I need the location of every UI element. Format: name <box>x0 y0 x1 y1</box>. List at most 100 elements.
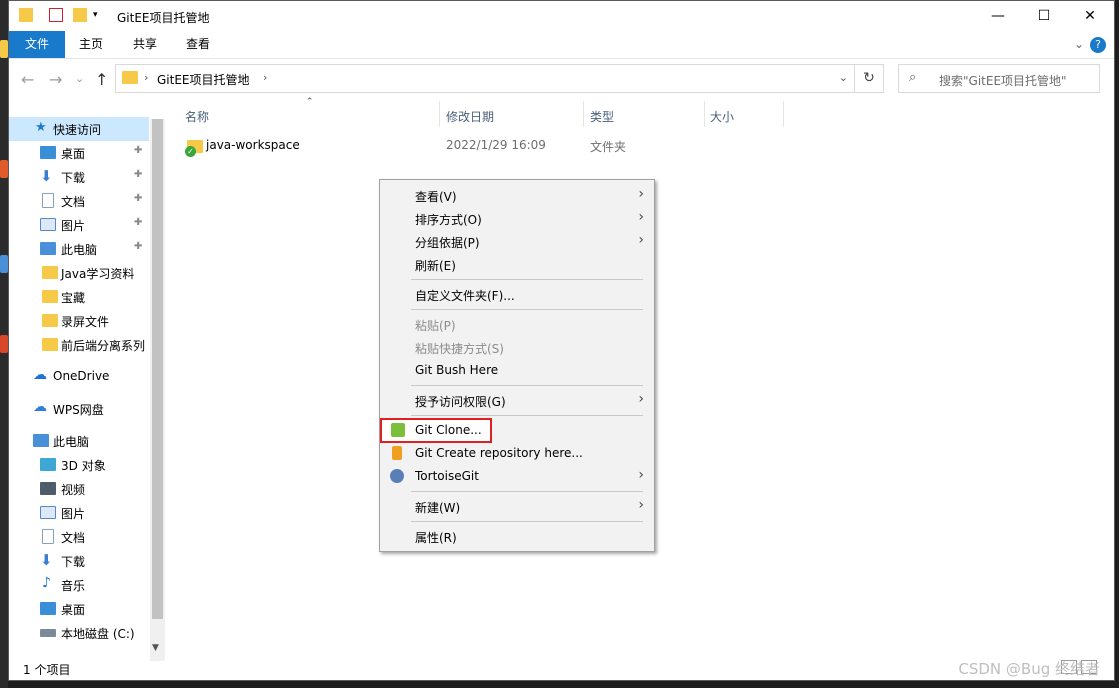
menu-item-give-access[interactable]: 授予访问权限(G) › <box>380 389 654 412</box>
close-button[interactable]: ✕ <box>1067 1 1113 31</box>
sidebar-item-wps-drive[interactable]: ☁ WPS网盘 <box>9 397 149 421</box>
sidebar-item-label: 录屏文件 <box>61 315 110 329</box>
sidebar-item-downloads[interactable]: ⬇ 下载 ✚ <box>9 165 149 189</box>
sidebar-item-label: 下载 <box>61 555 86 569</box>
computer-icon <box>33 434 49 447</box>
new-folder-icon[interactable] <box>73 8 87 22</box>
menu-item-sort-by[interactable]: 排序方式(O) › <box>380 207 654 230</box>
tab-file[interactable]: 文件 <box>9 31 65 58</box>
desktop-shortcut-icon[interactable] <box>0 160 8 178</box>
menu-item-git-clone[interactable]: Git Clone... <box>380 418 492 443</box>
scroll-down-icon[interactable]: ▼ <box>152 643 159 653</box>
breadcrumb-separator[interactable]: › <box>144 71 148 84</box>
forward-arrow-icon[interactable]: → <box>49 70 62 89</box>
tortoisegit-icon <box>390 469 404 483</box>
menu-item-label: TortoiseGit <box>415 469 479 483</box>
column-divider[interactable] <box>583 101 584 127</box>
sidebar-item-treasure[interactable]: 宝藏 <box>9 285 149 309</box>
menu-separator <box>411 309 643 310</box>
menu-item-properties[interactable]: 属性(R) <box>380 525 654 548</box>
column-divider[interactable] <box>704 101 705 127</box>
pin-icon: ✚ <box>134 169 143 180</box>
desktop-icon <box>40 146 56 159</box>
git-status-check-icon: ✓ <box>185 146 196 157</box>
breadcrumb-separator[interactable]: › <box>263 71 267 84</box>
column-header-modified[interactable]: 修改日期 <box>446 108 494 125</box>
sidebar-item-screen-recordings[interactable]: 录屏文件 <box>9 309 149 333</box>
sidebar-item-documents[interactable]: 文档 ✚ <box>9 189 149 213</box>
desktop-shortcut-icon[interactable] <box>0 255 8 273</box>
menu-item-label: 查看(V) <box>415 190 457 204</box>
refresh-button[interactable]: ↻ <box>855 64 884 93</box>
menu-item-refresh[interactable]: 刷新(E) <box>380 253 654 276</box>
sidebar-item-videos[interactable]: 视频 <box>9 477 149 501</box>
quick-access-dropdown-icon[interactable]: ▾ <box>93 10 107 24</box>
tab-home[interactable]: 主页 <box>67 31 115 58</box>
menu-item-group-by[interactable]: 分组依据(P) › <box>380 230 654 253</box>
menu-item-new[interactable]: 新建(W) › <box>380 495 654 518</box>
desktop-shortcut-icon[interactable] <box>0 335 8 353</box>
search-input[interactable]: ⌕ 搜索"GitEE项目托管地" <box>898 64 1100 93</box>
sidebar-item-label: 快速访问 <box>53 123 102 137</box>
sidebar-item-this-pc[interactable]: 此电脑 ✚ <box>9 237 149 261</box>
up-arrow-icon[interactable]: ↑ <box>95 70 108 89</box>
sidebar-item-local-disk-c[interactable]: 本地磁盘 (C:) <box>9 621 149 645</box>
sidebar-item-quick-access[interactable]: ★ 快速访问 <box>9 117 149 141</box>
tab-view[interactable]: 查看 <box>174 31 222 58</box>
menu-item-git-bash-here[interactable]: Git Bush Here <box>380 359 654 382</box>
sidebar-item-label: 图片 <box>61 219 86 233</box>
sidebar-item-documents-pc[interactable]: 文档 <box>9 525 149 549</box>
tab-share[interactable]: 共享 <box>121 31 169 58</box>
column-divider[interactable] <box>783 101 784 127</box>
sidebar-item-desktop[interactable]: 桌面 ✚ <box>9 141 149 165</box>
minimize-button[interactable]: — <box>975 1 1021 31</box>
folder-icon <box>42 314 58 327</box>
sidebar-item-pictures[interactable]: 图片 ✚ <box>9 213 149 237</box>
sidebar-item-frontend-backend-series[interactable]: 前后端分离系列 <box>9 333 149 357</box>
sidebar-item-this-pc-root[interactable]: 此电脑 <box>9 429 149 453</box>
sidebar-item-onedrive[interactable]: ☁ OneDrive <box>9 365 149 389</box>
column-header-size[interactable]: 大小 <box>710 108 734 125</box>
folder-icon <box>42 266 58 279</box>
menu-item-git-create-repository[interactable]: Git Create repository here... <box>380 442 654 465</box>
download-icon: ⬇ <box>40 167 53 185</box>
menu-item-customize-folder[interactable]: 自定义文件夹(F)... <box>380 283 654 306</box>
properties-icon[interactable] <box>49 8 63 22</box>
address-bar[interactable]: › GitEE项目托管地 › ⌄ <box>115 64 855 93</box>
menu-item-view[interactable]: 查看(V) › <box>380 184 654 207</box>
cloud-icon: ☁ <box>33 367 47 383</box>
recent-locations-icon[interactable]: ⌄ <box>75 72 84 85</box>
sidebar-item-desktop-pc[interactable]: 桌面 <box>9 597 149 621</box>
sidebar-item-3d-objects[interactable]: 3D 对象 <box>9 453 149 477</box>
sidebar-item-downloads-pc[interactable]: ⬇ 下载 <box>9 549 149 573</box>
sidebar-item-pictures-pc[interactable]: 图片 <box>9 501 149 525</box>
breadcrumb-current[interactable]: GitEE项目托管地 <box>157 71 250 88</box>
sidebar-item-music[interactable]: ♪ 音乐 <box>9 573 149 597</box>
menu-item-paste-shortcut: 粘贴快捷方式(S) <box>380 336 654 359</box>
menu-item-tortoisegit[interactable]: TortoiseGit › <box>380 465 654 488</box>
column-header-name[interactable]: 名称 <box>185 108 209 125</box>
drive-icon <box>40 629 56 637</box>
maximize-button[interactable]: ☐ <box>1021 1 1067 31</box>
folder-icon <box>122 71 138 84</box>
desktop-shortcut-icon[interactable] <box>0 40 8 58</box>
sidebar-item-label: 本地磁盘 (C:) <box>61 627 135 641</box>
document-icon <box>42 529 54 544</box>
submenu-arrow-icon: › <box>638 232 644 248</box>
back-arrow-icon[interactable]: ← <box>21 70 34 89</box>
column-divider[interactable] <box>439 101 440 127</box>
file-name[interactable]: java-workspace <box>206 138 300 152</box>
expand-ribbon-icon[interactable]: ⌄ <box>1074 37 1084 51</box>
sidebar-item-java-materials[interactable]: Java学习资料 <box>9 261 149 285</box>
file-explorer-window: ▾ GitEE项目托管地 — ☐ ✕ 文件 主页 共享 查看 ⌄ ? ← → ⌄… <box>8 0 1115 681</box>
address-dropdown-icon[interactable]: ⌄ <box>839 71 848 84</box>
sidebar-item-label: 文档 <box>61 531 86 545</box>
help-icon[interactable]: ? <box>1090 37 1106 53</box>
sidebar-item-label: Java学习资料 <box>61 267 135 281</box>
film-icon <box>40 482 56 495</box>
sidebar-item-label: 音乐 <box>61 579 86 593</box>
navigation-pane: ★ 快速访问 桌面 ✚ ⬇ 下载 ✚ 文档 ✚ 图片 ✚ 此电脑 ✚ Java学… <box>9 101 149 661</box>
pin-icon: ✚ <box>134 217 143 228</box>
sidebar-scrollbar-thumb[interactable] <box>152 119 163 619</box>
column-header-type[interactable]: 类型 <box>590 108 614 125</box>
